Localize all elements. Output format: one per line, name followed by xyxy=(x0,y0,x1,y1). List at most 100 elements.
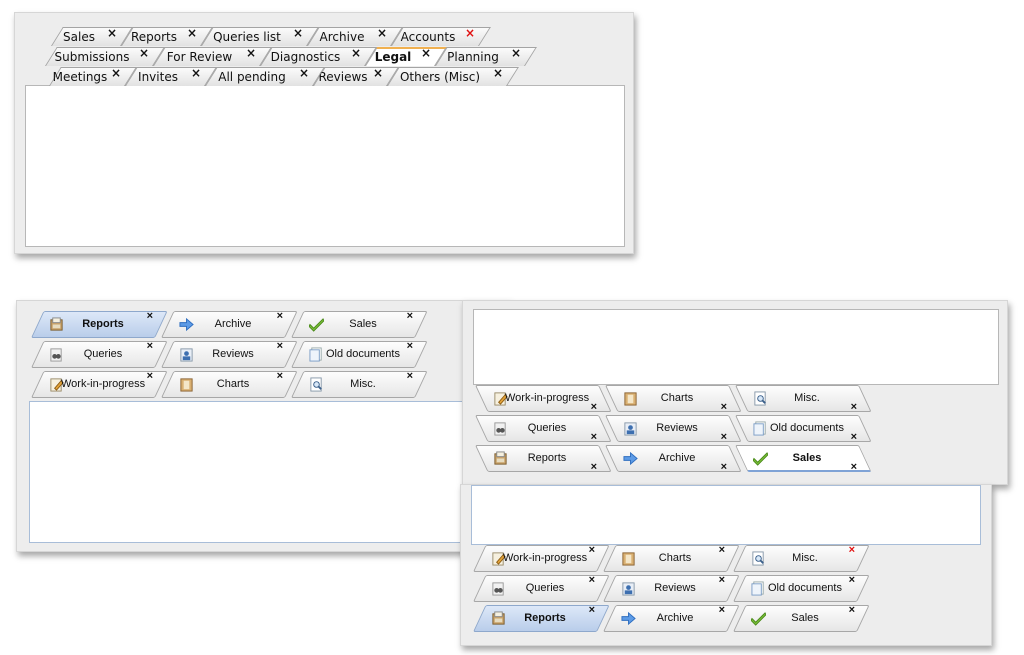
tab-label: Reviews xyxy=(318,70,368,84)
tab-reports[interactable]: Reports × xyxy=(31,310,155,338)
close-icon[interactable]: × xyxy=(849,604,855,616)
close-icon[interactable]: × xyxy=(591,461,597,473)
tab-old-documents[interactable]: Old documents × xyxy=(735,415,859,443)
tab-reviews[interactable]: Reviews × xyxy=(605,415,729,443)
close-icon[interactable]: × xyxy=(493,63,503,83)
tab-archive[interactable]: Archive × xyxy=(605,445,729,473)
close-icon[interactable]: × xyxy=(719,574,725,586)
close-icon[interactable]: × xyxy=(187,23,197,43)
tab-charts[interactable]: Charts × xyxy=(605,385,729,413)
text-tab-strip: Sales × Reports × Queries list × Archive × Accou… xyxy=(15,13,633,93)
tab-label: Sales xyxy=(792,452,822,464)
close-icon[interactable]: × xyxy=(277,370,283,382)
close-icon[interactable]: × xyxy=(589,574,595,586)
tab-charts[interactable]: Charts × xyxy=(161,370,285,398)
tab-label: Archive xyxy=(658,452,696,464)
tab-reports[interactable]: Reports × xyxy=(121,26,201,46)
tab-sales[interactable]: Sales × xyxy=(291,310,415,338)
close-icon[interactable]: × xyxy=(465,23,475,43)
tab-label: Reports xyxy=(82,318,124,330)
tab-invites[interactable]: Invites × xyxy=(125,66,205,86)
text-tabs-panel: Sales × Reports × Queries list × Archive × Accou… xyxy=(14,12,634,254)
close-icon[interactable]: × xyxy=(147,310,153,322)
tab-label: Work-in-progress xyxy=(503,552,588,564)
close-icon[interactable]: × xyxy=(851,431,857,443)
close-icon[interactable]: × xyxy=(147,370,153,382)
tab-label: Misc. xyxy=(792,552,818,564)
tab-submissions[interactable]: Submissions × xyxy=(45,46,153,66)
tab-content-area xyxy=(29,401,499,543)
close-icon[interactable]: × xyxy=(277,340,283,352)
tab-work-in-progress[interactable]: Work-in-progress × xyxy=(475,385,599,413)
tab-queries[interactable]: Queries × xyxy=(473,574,597,602)
tab-misc-[interactable]: Misc. × xyxy=(733,544,857,572)
close-icon[interactable]: × xyxy=(721,401,727,413)
close-icon[interactable]: × xyxy=(719,544,725,556)
close-icon[interactable]: × xyxy=(373,63,383,83)
close-icon[interactable]: × xyxy=(293,23,303,43)
close-icon[interactable]: × xyxy=(147,340,153,352)
tab-label: Old documents xyxy=(768,582,842,594)
tab-reviews[interactable]: Reviews × xyxy=(313,66,387,86)
close-icon[interactable]: × xyxy=(851,401,857,413)
close-icon[interactable]: × xyxy=(849,544,855,556)
tab-label: Reports xyxy=(527,452,567,464)
tab-reviews[interactable]: Reviews × xyxy=(603,574,727,602)
tab-label: Others (Misc) xyxy=(399,70,481,84)
tab-diagnostics[interactable]: Diagnostics × xyxy=(260,46,365,66)
close-icon[interactable]: × xyxy=(721,461,727,473)
tab-queries[interactable]: Queries × xyxy=(475,415,599,443)
close-icon[interactable]: × xyxy=(721,431,727,443)
close-icon[interactable]: × xyxy=(589,544,595,556)
close-icon[interactable]: × xyxy=(591,431,597,443)
tab-reports[interactable]: Reports × xyxy=(475,445,599,473)
tab-all-pending[interactable]: All pending × xyxy=(205,66,313,86)
close-icon[interactable]: × xyxy=(511,43,521,63)
tab-archive[interactable]: Archive × xyxy=(307,26,391,46)
tab-planning[interactable]: Planning × xyxy=(435,46,525,66)
icon-tabs-panel-bottom-aligned: Work-in-progress × Charts × Misc. × Queries × Re… xyxy=(462,300,1008,485)
tab-accounts[interactable]: Accounts × xyxy=(391,26,479,46)
tab-misc-[interactable]: Misc. × xyxy=(735,385,859,413)
close-icon[interactable]: × xyxy=(277,310,283,322)
tab-archive[interactable]: Archive × xyxy=(603,604,727,632)
tab-label: Charts xyxy=(216,378,250,390)
close-icon[interactable]: × xyxy=(377,23,387,43)
close-icon[interactable]: × xyxy=(299,63,309,83)
close-icon[interactable]: × xyxy=(591,401,597,413)
tab-sales[interactable]: Sales × xyxy=(51,26,121,46)
tab-for-review[interactable]: For Review × xyxy=(153,46,260,66)
close-icon[interactable]: × xyxy=(407,340,413,352)
close-icon[interactable]: × xyxy=(351,43,361,63)
close-icon[interactable]: × xyxy=(111,63,121,83)
tab-charts[interactable]: Charts × xyxy=(603,544,727,572)
tab-label: Queries xyxy=(525,582,565,594)
tab-sales[interactable]: Sales × xyxy=(735,445,859,473)
tab-archive[interactable]: Archive × xyxy=(161,310,285,338)
close-icon[interactable]: × xyxy=(191,63,201,83)
tab-reports[interactable]: Reports × xyxy=(473,604,597,632)
tab-sales[interactable]: Sales × xyxy=(733,604,857,632)
tab-others-misc-[interactable]: Others (Misc) × xyxy=(387,66,507,86)
tab-meetings[interactable]: Meetings × xyxy=(49,66,125,86)
close-icon[interactable]: × xyxy=(589,604,595,616)
tab-label: Reviews xyxy=(656,422,698,434)
tab-old-documents[interactable]: Old documents × xyxy=(733,574,857,602)
tab-old-documents[interactable]: Old documents × xyxy=(291,340,415,368)
close-icon[interactable]: × xyxy=(107,23,117,43)
close-icon[interactable]: × xyxy=(849,574,855,586)
tab-label: Sales xyxy=(349,318,377,330)
close-icon[interactable]: × xyxy=(407,310,413,322)
close-icon[interactable]: × xyxy=(246,43,256,63)
close-icon[interactable]: × xyxy=(719,604,725,616)
close-icon[interactable]: × xyxy=(139,43,149,63)
tab-work-in-progress[interactable]: Work-in-progress × xyxy=(31,370,155,398)
tab-misc-[interactable]: Misc. × xyxy=(291,370,415,398)
icon-tab-strip: Reports × Archive × Sales × Queries × Reviews × Ol… xyxy=(17,301,509,401)
tab-label: Old documents xyxy=(326,348,400,360)
tab-work-in-progress[interactable]: Work-in-progress × xyxy=(473,544,597,572)
tab-queries[interactable]: Queries × xyxy=(31,340,155,368)
close-icon[interactable]: × xyxy=(851,461,857,473)
close-icon[interactable]: × xyxy=(407,370,413,382)
tab-reviews[interactable]: Reviews × xyxy=(161,340,285,368)
